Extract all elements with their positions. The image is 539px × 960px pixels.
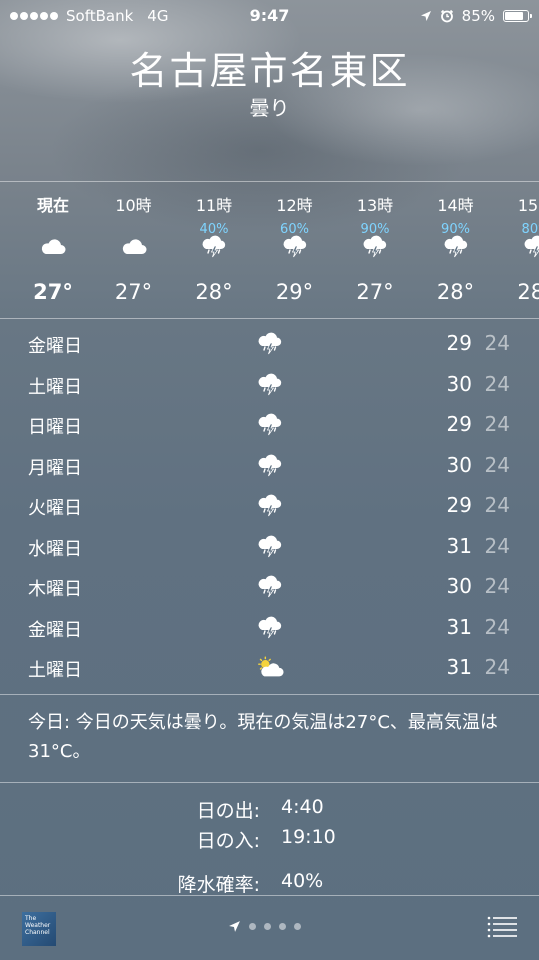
low-temperature: 24 <box>484 533 510 558</box>
hour-label: 15時 <box>517 196 539 215</box>
hour-temperature: 27° <box>33 280 73 304</box>
daily-row: 日曜日 29 24 <box>0 403 539 443</box>
city-list-icon[interactable] <box>487 916 517 938</box>
low-temperature: 24 <box>484 614 510 639</box>
battery-percent: 85% <box>461 7 495 25</box>
day-name: 火曜日 <box>28 498 82 519</box>
day-name: 日曜日 <box>28 417 82 438</box>
hourly-item: 現在 27° <box>13 182 93 318</box>
thunderstorm-icon <box>256 453 284 477</box>
hour-label: 12時 <box>276 196 313 215</box>
hour-label: 11時 <box>195 196 233 215</box>
low-temperature: 24 <box>484 574 510 598</box>
cloud-icon <box>121 236 147 260</box>
page-dot[interactable] <box>249 923 256 930</box>
precipitation-value: 40% <box>281 870 324 892</box>
hourly-forecast-strip[interactable]: 現在 27° 10時 27° 11時 40% 28° 12時 60% 29° 13時 90% 27° 14… <box>0 182 539 318</box>
cloud-icon <box>40 236 66 260</box>
day-name: 金曜日 <box>28 336 82 357</box>
divider-summary <box>0 782 539 783</box>
divider-hourly <box>0 318 539 319</box>
hour-temperature: 28° <box>517 280 539 304</box>
low-temperature: 24 <box>484 493 510 517</box>
day-name: 金曜日 <box>28 619 82 641</box>
thunderstorm-icon <box>282 234 308 258</box>
thunderstorm-icon <box>256 372 284 396</box>
daily-row: 水曜日 31 24 <box>0 525 539 565</box>
daily-row: 金曜日 31 24 <box>0 606 539 646</box>
precipitation-label: 降水確率: <box>177 874 260 896</box>
daily-row: 月曜日 30 24 <box>0 444 539 484</box>
location-arrow-icon <box>420 11 431 21</box>
page-dot[interactable] <box>264 923 271 930</box>
page-dot[interactable] <box>279 923 286 930</box>
hour-temperature: 28° <box>195 280 233 304</box>
divider-daily <box>0 694 539 695</box>
status-bar: SoftBank 4G 9:47 85% <box>0 0 539 34</box>
thunderstorm-icon <box>256 493 284 517</box>
hourly-item: 10時 27° <box>94 182 174 318</box>
day-name: 土曜日 <box>28 660 82 681</box>
low-temperature: 24 <box>484 331 510 355</box>
location-arrow-icon <box>229 921 240 932</box>
sunrise-value: 4:40 <box>281 796 324 818</box>
thunderstorm-icon <box>443 234 469 258</box>
sunrise-label: 日の出: <box>196 800 260 822</box>
bottom-toolbar: The Weather Channel <box>0 896 539 960</box>
low-temperature: 24 <box>484 452 510 477</box>
hourly-item: 11時 40% 28° <box>174 182 254 318</box>
hour-label: 13時 <box>356 196 394 215</box>
daily-row: 木曜日 30 24 <box>0 565 539 605</box>
low-temperature: 24 <box>484 371 510 396</box>
thunderstorm-icon <box>256 534 284 558</box>
hour-label: 14時 <box>437 196 474 215</box>
sunset-label: 日の入: <box>196 830 260 852</box>
thunderstorm-icon <box>362 234 388 258</box>
page-dot[interactable] <box>294 923 301 930</box>
hour-temperature: 28° <box>436 280 475 304</box>
page-indicator[interactable] <box>228 920 301 933</box>
status-right: 85% <box>420 7 532 25</box>
thunderstorm-icon <box>256 331 284 355</box>
hourly-item: 14時 90% 28° <box>416 182 496 318</box>
today-summary: 今日: 今日の天気は曇り。現在の気温は27°C、最高気温は31°C。 <box>28 712 498 762</box>
hour-temperature: 27° <box>114 280 153 304</box>
thunderstorm-icon <box>256 574 284 598</box>
hour-temperature: 29° <box>275 280 314 304</box>
partly-cloudy-icon <box>256 655 284 679</box>
precipitation-row: 降水確率: 40% <box>0 870 539 898</box>
current-condition: 曇り <box>249 96 290 120</box>
day-name: 土曜日 <box>28 376 82 398</box>
thunderstorm-icon <box>256 412 284 436</box>
hour-temperature: 27° <box>356 280 394 304</box>
thunderstorm-icon <box>201 234 227 258</box>
hourly-item: 12時 60% 29° <box>255 182 335 318</box>
low-temperature: 24 <box>484 655 510 679</box>
hourly-item: 13時 90% 27° <box>335 182 415 318</box>
daily-row: 金曜日 29 24 <box>0 322 539 362</box>
hourly-item: 15時80%28° <box>496 182 539 318</box>
daily-row: 土曜日 31 24 <box>0 646 539 686</box>
alarm-clock-icon <box>440 9 453 23</box>
sunrise-row: 日の出: 4:40 <box>0 796 539 824</box>
thunderstorm-icon <box>256 615 284 639</box>
daily-row: 土曜日 30 24 <box>0 363 539 403</box>
day-name: 水曜日 <box>28 538 82 560</box>
thunderstorm-icon <box>523 234 539 258</box>
day-name: 月曜日 <box>28 457 82 479</box>
hour-label: 現在 <box>36 196 69 215</box>
sunset-value: 19:10 <box>281 826 336 848</box>
city-name: 名古屋市名東区 <box>129 49 410 93</box>
daily-row: 火曜日 29 24 <box>0 484 539 524</box>
weather-channel-logo[interactable]: The Weather Channel <box>22 912 56 946</box>
hour-label: 10時 <box>115 196 152 215</box>
sunset-row: 日の入: 19:10 <box>0 826 539 854</box>
battery-icon <box>503 10 532 22</box>
low-temperature: 24 <box>484 412 510 436</box>
day-name: 木曜日 <box>28 579 82 600</box>
